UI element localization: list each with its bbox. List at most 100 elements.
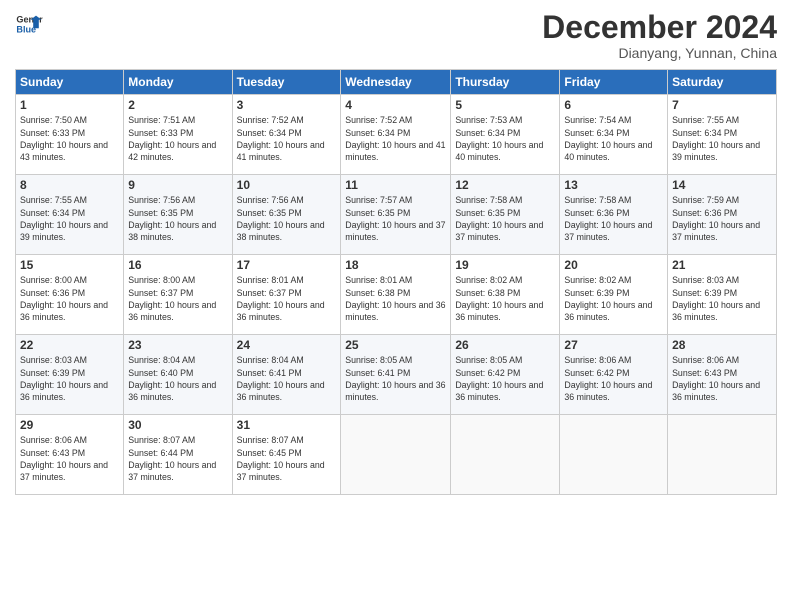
table-row: 14 Sunrise: 7:59 AMSunset: 6:36 PMDaylig…	[668, 175, 777, 255]
location: Dianyang, Yunnan, China	[542, 45, 777, 61]
day-number: 21	[672, 258, 772, 272]
logo: General Blue	[15, 10, 43, 38]
table-row: 22 Sunrise: 8:03 AMSunset: 6:39 PMDaylig…	[16, 335, 124, 415]
table-row: 31 Sunrise: 8:07 AMSunset: 6:45 PMDaylig…	[232, 415, 341, 495]
table-row: 19 Sunrise: 8:02 AMSunset: 6:38 PMDaylig…	[451, 255, 560, 335]
day-info: Sunrise: 7:58 AMSunset: 6:35 PMDaylight:…	[455, 195, 543, 242]
title-section: December 2024 Dianyang, Yunnan, China	[542, 10, 777, 61]
day-info: Sunrise: 8:05 AMSunset: 6:41 PMDaylight:…	[345, 355, 445, 402]
day-number: 19	[455, 258, 555, 272]
col-friday: Friday	[560, 70, 668, 95]
day-number: 26	[455, 338, 555, 352]
day-number: 8	[20, 178, 119, 192]
table-row: 23 Sunrise: 8:04 AMSunset: 6:40 PMDaylig…	[124, 335, 232, 415]
col-thursday: Thursday	[451, 70, 560, 95]
day-info: Sunrise: 7:57 AMSunset: 6:35 PMDaylight:…	[345, 195, 445, 242]
day-number: 6	[564, 98, 663, 112]
day-info: Sunrise: 7:55 AMSunset: 6:34 PMDaylight:…	[672, 115, 760, 162]
day-number: 31	[237, 418, 337, 432]
day-info: Sunrise: 7:56 AMSunset: 6:35 PMDaylight:…	[237, 195, 325, 242]
table-row: 13 Sunrise: 7:58 AMSunset: 6:36 PMDaylig…	[560, 175, 668, 255]
table-row: 6 Sunrise: 7:54 AMSunset: 6:34 PMDayligh…	[560, 95, 668, 175]
day-number: 16	[128, 258, 227, 272]
table-row	[341, 415, 451, 495]
table-row: 8 Sunrise: 7:55 AMSunset: 6:34 PMDayligh…	[16, 175, 124, 255]
table-row: 4 Sunrise: 7:52 AMSunset: 6:34 PMDayligh…	[341, 95, 451, 175]
day-info: Sunrise: 8:04 AMSunset: 6:41 PMDaylight:…	[237, 355, 325, 402]
day-info: Sunrise: 8:06 AMSunset: 6:43 PMDaylight:…	[672, 355, 760, 402]
col-monday: Monday	[124, 70, 232, 95]
day-info: Sunrise: 8:07 AMSunset: 6:44 PMDaylight:…	[128, 435, 216, 482]
day-info: Sunrise: 7:58 AMSunset: 6:36 PMDaylight:…	[564, 195, 652, 242]
day-number: 27	[564, 338, 663, 352]
day-number: 9	[128, 178, 227, 192]
day-number: 20	[564, 258, 663, 272]
day-info: Sunrise: 8:00 AMSunset: 6:36 PMDaylight:…	[20, 275, 108, 322]
table-row: 28 Sunrise: 8:06 AMSunset: 6:43 PMDaylig…	[668, 335, 777, 415]
day-info: Sunrise: 7:50 AMSunset: 6:33 PMDaylight:…	[20, 115, 108, 162]
day-info: Sunrise: 7:52 AMSunset: 6:34 PMDaylight:…	[237, 115, 325, 162]
day-number: 3	[237, 98, 337, 112]
table-row: 2 Sunrise: 7:51 AMSunset: 6:33 PMDayligh…	[124, 95, 232, 175]
day-info: Sunrise: 7:52 AMSunset: 6:34 PMDaylight:…	[345, 115, 445, 162]
day-number: 25	[345, 338, 446, 352]
table-row: 25 Sunrise: 8:05 AMSunset: 6:41 PMDaylig…	[341, 335, 451, 415]
day-number: 15	[20, 258, 119, 272]
table-row: 29 Sunrise: 8:06 AMSunset: 6:43 PMDaylig…	[16, 415, 124, 495]
table-row: 10 Sunrise: 7:56 AMSunset: 6:35 PMDaylig…	[232, 175, 341, 255]
table-row: 9 Sunrise: 7:56 AMSunset: 6:35 PMDayligh…	[124, 175, 232, 255]
day-info: Sunrise: 7:55 AMSunset: 6:34 PMDaylight:…	[20, 195, 108, 242]
day-info: Sunrise: 8:02 AMSunset: 6:38 PMDaylight:…	[455, 275, 543, 322]
day-number: 2	[128, 98, 227, 112]
day-info: Sunrise: 8:06 AMSunset: 6:42 PMDaylight:…	[564, 355, 652, 402]
col-saturday: Saturday	[668, 70, 777, 95]
day-number: 22	[20, 338, 119, 352]
day-info: Sunrise: 7:51 AMSunset: 6:33 PMDaylight:…	[128, 115, 216, 162]
day-info: Sunrise: 8:01 AMSunset: 6:38 PMDaylight:…	[345, 275, 445, 322]
day-info: Sunrise: 7:56 AMSunset: 6:35 PMDaylight:…	[128, 195, 216, 242]
day-number: 24	[237, 338, 337, 352]
svg-text:Blue: Blue	[16, 24, 36, 34]
table-row	[560, 415, 668, 495]
table-row	[451, 415, 560, 495]
table-row: 1 Sunrise: 7:50 AMSunset: 6:33 PMDayligh…	[16, 95, 124, 175]
day-number: 13	[564, 178, 663, 192]
day-info: Sunrise: 8:06 AMSunset: 6:43 PMDaylight:…	[20, 435, 108, 482]
day-info: Sunrise: 8:04 AMSunset: 6:40 PMDaylight:…	[128, 355, 216, 402]
col-sunday: Sunday	[16, 70, 124, 95]
day-info: Sunrise: 8:03 AMSunset: 6:39 PMDaylight:…	[20, 355, 108, 402]
table-row: 17 Sunrise: 8:01 AMSunset: 6:37 PMDaylig…	[232, 255, 341, 335]
day-number: 23	[128, 338, 227, 352]
day-number: 4	[345, 98, 446, 112]
day-info: Sunrise: 7:54 AMSunset: 6:34 PMDaylight:…	[564, 115, 652, 162]
page: General Blue December 2024 Dianyang, Yun…	[0, 0, 792, 612]
table-row: 26 Sunrise: 8:05 AMSunset: 6:42 PMDaylig…	[451, 335, 560, 415]
day-number: 10	[237, 178, 337, 192]
day-info: Sunrise: 8:05 AMSunset: 6:42 PMDaylight:…	[455, 355, 543, 402]
day-number: 29	[20, 418, 119, 432]
table-row: 16 Sunrise: 8:00 AMSunset: 6:37 PMDaylig…	[124, 255, 232, 335]
day-info: Sunrise: 8:02 AMSunset: 6:39 PMDaylight:…	[564, 275, 652, 322]
table-row: 24 Sunrise: 8:04 AMSunset: 6:41 PMDaylig…	[232, 335, 341, 415]
table-row: 7 Sunrise: 7:55 AMSunset: 6:34 PMDayligh…	[668, 95, 777, 175]
table-row: 5 Sunrise: 7:53 AMSunset: 6:34 PMDayligh…	[451, 95, 560, 175]
day-number: 28	[672, 338, 772, 352]
day-number: 7	[672, 98, 772, 112]
col-wednesday: Wednesday	[341, 70, 451, 95]
day-number: 14	[672, 178, 772, 192]
day-number: 1	[20, 98, 119, 112]
day-number: 11	[345, 178, 446, 192]
table-row: 11 Sunrise: 7:57 AMSunset: 6:35 PMDaylig…	[341, 175, 451, 255]
day-info: Sunrise: 8:03 AMSunset: 6:39 PMDaylight:…	[672, 275, 760, 322]
table-row: 15 Sunrise: 8:00 AMSunset: 6:36 PMDaylig…	[16, 255, 124, 335]
day-info: Sunrise: 8:00 AMSunset: 6:37 PMDaylight:…	[128, 275, 216, 322]
day-number: 12	[455, 178, 555, 192]
table-row: 27 Sunrise: 8:06 AMSunset: 6:42 PMDaylig…	[560, 335, 668, 415]
table-row: 18 Sunrise: 8:01 AMSunset: 6:38 PMDaylig…	[341, 255, 451, 335]
col-tuesday: Tuesday	[232, 70, 341, 95]
day-info: Sunrise: 8:07 AMSunset: 6:45 PMDaylight:…	[237, 435, 325, 482]
day-number: 18	[345, 258, 446, 272]
table-row: 21 Sunrise: 8:03 AMSunset: 6:39 PMDaylig…	[668, 255, 777, 335]
day-number: 5	[455, 98, 555, 112]
calendar: Sunday Monday Tuesday Wednesday Thursday…	[15, 69, 777, 495]
